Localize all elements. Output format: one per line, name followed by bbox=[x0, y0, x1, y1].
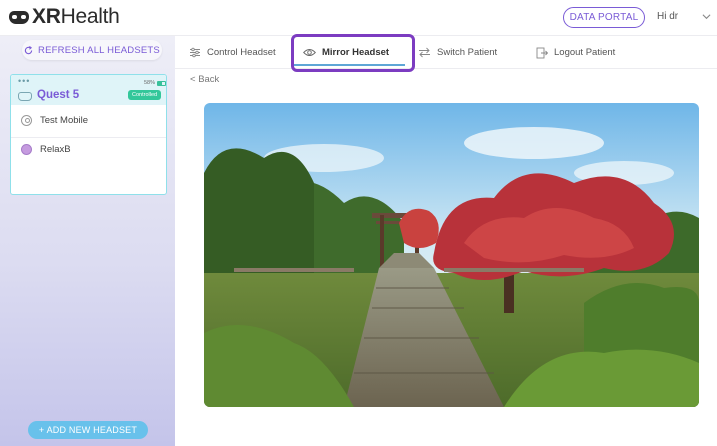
vr-headset-logo-icon bbox=[8, 7, 30, 27]
sliders-icon bbox=[190, 47, 200, 58]
chevron-down-icon[interactable] bbox=[702, 12, 711, 21]
data-portal-button[interactable]: DATA PORTAL bbox=[563, 7, 645, 28]
mirror-headset-view bbox=[204, 103, 699, 407]
xrhealth-logo[interactable]: XRHealth bbox=[8, 5, 120, 29]
headset-icon bbox=[18, 92, 32, 101]
user-greeting[interactable]: Hi dr bbox=[657, 11, 678, 22]
tab-control-headset[interactable]: Control Headset bbox=[189, 36, 276, 69]
tab-logout-patient[interactable]: Logout Patient bbox=[536, 36, 615, 69]
patient-row[interactable]: Test Mobile bbox=[11, 108, 166, 132]
status-badge: Controlled bbox=[128, 90, 162, 100]
patient-name: Test Mobile bbox=[40, 114, 89, 126]
tab-label: Control Headset bbox=[207, 47, 276, 58]
logo-text: XRHealth bbox=[32, 5, 120, 28]
refresh-all-headsets-button[interactable]: REFRESH ALL HEADSETS bbox=[22, 40, 162, 60]
logout-icon bbox=[536, 47, 548, 58]
headset-card[interactable]: ••• 58% Quest 5 Controlled Test Mobile R… bbox=[10, 74, 167, 195]
swap-arrows-icon bbox=[419, 47, 430, 58]
app-row[interactable]: RelaxB bbox=[11, 137, 166, 161]
tab-label: Switch Patient bbox=[437, 47, 498, 58]
back-label: Back bbox=[198, 74, 220, 85]
app-name: RelaxB bbox=[40, 144, 71, 155]
mirror-tab-highlight-box bbox=[291, 34, 415, 72]
person-icon bbox=[21, 114, 32, 126]
add-new-headset-button[interactable]: + ADD NEW HEADSET bbox=[28, 421, 148, 439]
top-bar: XRHealth DATA PORTAL Hi dr bbox=[0, 0, 717, 36]
tab-switch-patient[interactable]: Switch Patient bbox=[418, 36, 497, 69]
back-link[interactable]: < Back bbox=[190, 74, 219, 85]
headset-name: Quest 5 bbox=[37, 89, 80, 101]
more-options-icon[interactable]: ••• bbox=[18, 76, 30, 86]
battery-icon bbox=[157, 80, 166, 86]
battery-indicator: 58% bbox=[144, 80, 166, 86]
app-icon bbox=[21, 144, 32, 155]
battery-percent: 58% bbox=[144, 80, 156, 86]
refresh-icon bbox=[24, 45, 33, 54]
headset-tabs: Control Headset Mirror Headset Switch Pa… bbox=[175, 36, 717, 69]
headset-sidebar: REFRESH ALL HEADSETS ••• 58% Quest 5 Con… bbox=[0, 36, 175, 446]
tab-label: Logout Patient bbox=[554, 47, 616, 58]
headset-card-header: ••• 58% Quest 5 Controlled bbox=[11, 75, 166, 105]
refresh-label: REFRESH ALL HEADSETS bbox=[38, 44, 160, 56]
chevron-left-icon: < bbox=[190, 74, 199, 85]
